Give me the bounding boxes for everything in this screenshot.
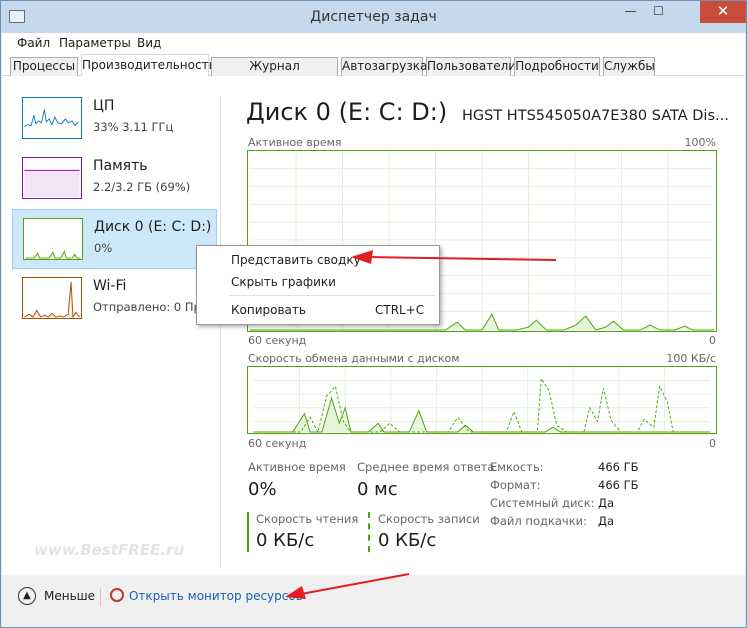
tab-app-history[interactable]: Журнал приложений [211,57,338,90]
format-value: 466 ГБ [598,478,639,492]
footer-bar: ▲ Меньше Открыть монитор ресурсов [2,575,745,627]
disk-thumbnail-graph [23,218,83,260]
chevron-up-icon[interactable]: ▲ [18,587,36,605]
tab-users[interactable]: Пользователи [426,57,516,76]
read-speed-indicator [247,512,249,552]
capacity-label: Емкость: [490,460,544,474]
menu-item-summary-view[interactable]: Представить сводку [231,253,361,267]
tab-startup[interactable]: Автозагрузка [341,57,427,76]
copy-shortcut: CTRL+C [375,303,425,317]
active-time-graph-max: 100% [684,136,716,149]
sidebar-memory-value: 2.2/3.2 ГБ (69%) [93,180,191,194]
write-speed-caption: Скорость записи [378,512,480,526]
avg-response-value: 0 мс [357,479,398,500]
sidebar-item-memory[interactable]: Память 2.2/3.2 ГБ (69%) [12,149,217,209]
wifi-thumbnail-graph [22,277,82,319]
capacity-value: 466 ГБ [598,460,639,474]
active-time-graph-label: Активное время [248,136,342,149]
tab-details[interactable]: Подробности [514,57,600,76]
minimize-icon[interactable]: — [617,1,644,23]
sidebar-cpu-value: 33% 3.11 ГГц [93,120,174,134]
menu-file[interactable]: Файл [17,36,50,50]
active-time-value: 0% [248,479,277,500]
avg-response-caption: Среднее время ответа [357,460,495,474]
sidebar-disk-value: 0% [94,241,113,255]
transfer-rate-graph [247,366,717,434]
page-file-label: Файл подкачки: [490,514,588,528]
sidebar-memory-label: Память [93,158,148,174]
memory-thumbnail-graph [22,157,82,199]
format-label: Формат: [490,478,541,492]
maximize-icon[interactable]: ☐ [645,1,672,23]
system-disk-value: Да [598,496,615,510]
menu-divider [229,295,435,296]
sidebar-wifi-label: Wi-Fi [93,278,127,294]
read-speed-value: 0 КБ/с [256,530,315,551]
transfer-graph-max: 100 КБ/с [666,352,716,365]
page-title: Диск 0 (E: C: D:) [246,98,448,126]
sidebar-item-cpu[interactable]: ЦП 33% 3.11 ГГц [12,89,217,149]
transfer-graph-label: Скорость обмена данными с диском [248,352,460,365]
context-menu: Представить сводку Скрыть графики Копиро… [196,245,440,325]
menu-view[interactable]: Вид [137,36,161,50]
system-disk-label: Системный диск: [490,496,595,510]
tab-strip: Процессы Производительность Журнал прило… [2,53,745,90]
resource-monitor-icon[interactable] [110,588,124,602]
sidebar-item-disk[interactable]: Диск 0 (E: C: D:) 0% [12,209,217,269]
performance-panel: ЦП 33% 3.11 ГГц Память 2.2/3.2 ГБ (69%) … [2,76,745,575]
tab-services[interactable]: Службы [603,57,655,76]
tab-processes[interactable]: Процессы [10,57,78,76]
write-speed-indicator [368,512,370,552]
menu-bar: Файл Параметры Вид [2,33,745,53]
cpu-thumbnail-graph [22,97,82,139]
read-speed-caption: Скорость чтения [256,512,359,526]
footer-divider [100,588,101,606]
open-resource-monitor-link[interactable]: Открыть монитор ресурсов [129,589,303,603]
menu-item-hide-graphs[interactable]: Скрыть графики [231,275,336,289]
active-time-duration: 60 секунд [248,334,307,347]
title-bar: Диспетчер задач — ☐ ✕ [1,1,746,33]
disk-model: HGST HTS545050A7E380 SATA Dis... [462,108,729,124]
page-file-value: Да [598,514,615,528]
active-time-caption: Активное время [248,460,346,474]
fewer-details-button[interactable]: Меньше [44,589,95,603]
sidebar-wifi-value: Отправлено: 0 При [93,300,209,314]
tab-performance[interactable]: Производительность [81,54,216,77]
task-manager-window: Диспетчер задач — ☐ ✕ Файл Параметры Вид… [0,0,747,628]
active-time-min: 0 [709,334,716,347]
sidebar-item-wifi[interactable]: Wi-Fi Отправлено: 0 При [12,269,217,329]
watermark: www.BestFREE.ru [34,541,185,559]
write-speed-value: 0 КБ/с [378,530,437,551]
menu-options[interactable]: Параметры [59,36,131,50]
transfer-duration: 60 секунд [248,437,307,450]
sidebar-cpu-label: ЦП [93,98,115,114]
menu-item-copy[interactable]: Копировать [231,303,306,317]
sidebar-divider [220,98,221,568]
close-icon[interactable]: ✕ [700,1,746,23]
sidebar-disk-label: Диск 0 (E: C: D:) [94,219,212,235]
transfer-min: 0 [709,437,716,450]
